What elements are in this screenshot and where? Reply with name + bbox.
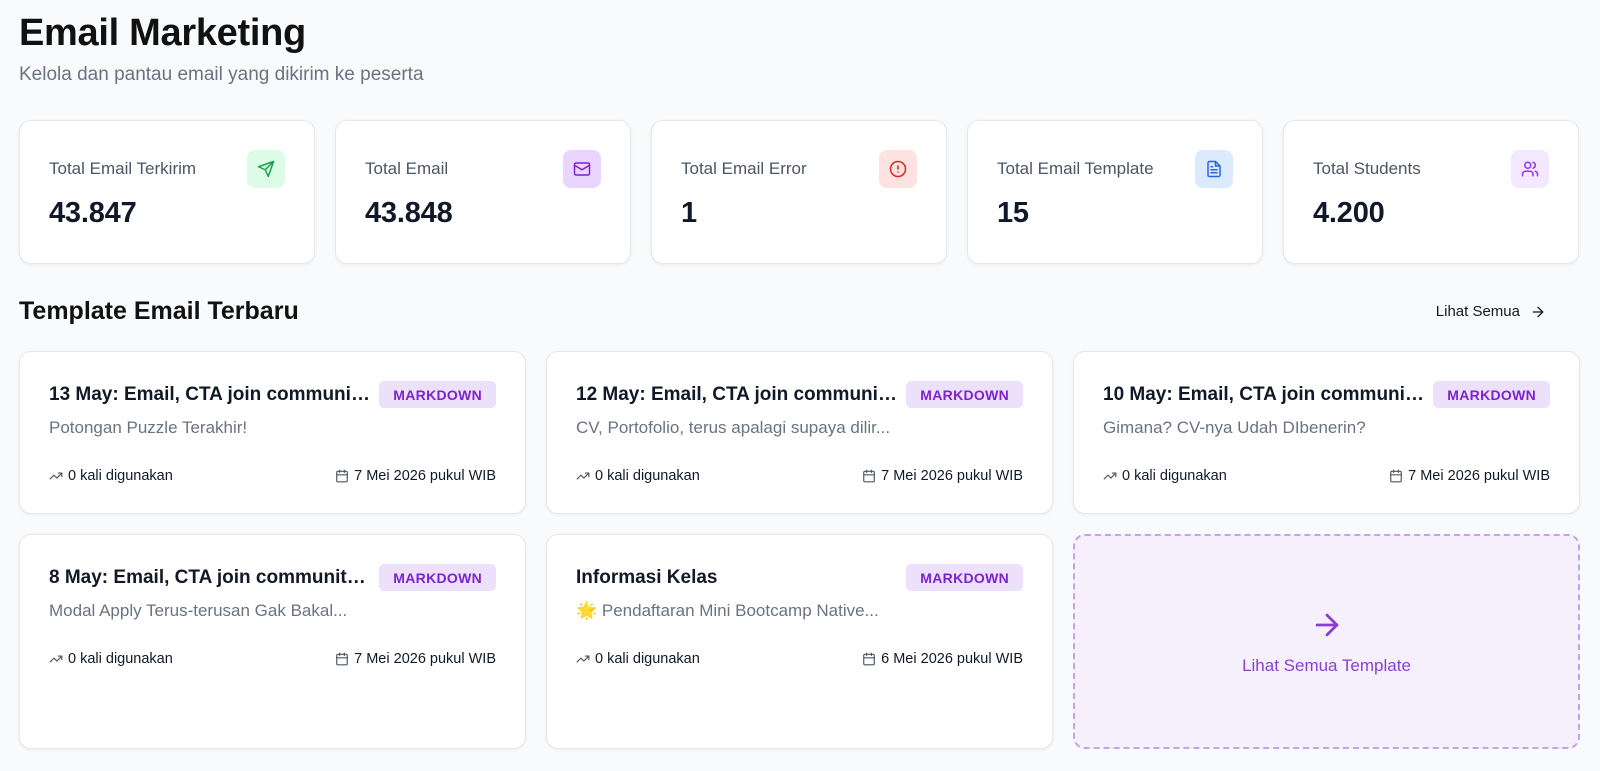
template-title: 13 May: Email, CTA join community...: [49, 384, 371, 405]
view-all-templates-card[interactable]: Lihat Semua Template: [1073, 534, 1580, 749]
template-description: Gimana? CV-nya Udah DIbenerin?: [1103, 418, 1366, 437]
arrow-right-icon: [1532, 306, 1544, 317]
template-date: 7 Mei 2026 pukul WIB: [1389, 468, 1550, 484]
template-type-badge: MARKDOWN: [906, 564, 1023, 591]
stat-value: 4.200: [1313, 197, 1385, 229]
template-card[interactable]: 10 May: Email, CTA join community... MAR…: [1073, 351, 1580, 514]
page-title: Email Marketing: [19, 12, 306, 54]
send-icon: [247, 150, 285, 188]
template-grid: 13 May: Email, CTA join community... MAR…: [19, 351, 1580, 749]
trending-up-icon: [576, 472, 590, 480]
template-footer: 0 kali digunakan 7 Mei 2026 pukul WIB: [576, 468, 1023, 484]
template-footer: 0 kali digunakan 7 Mei 2026 pukul WIB: [49, 651, 496, 667]
stat-card-total-email: Total Email 43.848: [335, 120, 631, 264]
template-footer: 0 kali digunakan 7 Mei 2026 pukul WIB: [49, 468, 496, 484]
stat-value: 43.848: [365, 197, 453, 229]
stat-value: 43.847: [49, 197, 137, 229]
users-icon: [1511, 150, 1549, 188]
email-marketing-page: Email Marketing Kelola dan pantau email …: [0, 0, 1600, 771]
template-date-text: 7 Mei 2026 pukul WIB: [354, 651, 496, 667]
arrow-right-icon: [1315, 613, 1338, 636]
mail-icon: [563, 150, 601, 188]
template-date-text: 7 Mei 2026 pukul WIB: [881, 468, 1023, 484]
trending-up-icon: [49, 472, 63, 480]
template-description: Modal Apply Terus-terusan Gak Bakal...: [49, 601, 348, 620]
template-title: 12 May: Email, CTA join community...: [576, 384, 898, 405]
template-usage-text: 0 kali digunakan: [595, 468, 700, 484]
template-card[interactable]: 8 May: Email, CTA join community ... MAR…: [19, 534, 526, 749]
page-subtitle: Kelola dan pantau email yang dikirim ke …: [19, 64, 424, 85]
view-all-label: Lihat Semua: [1435, 303, 1520, 320]
template-type-badge: MARKDOWN: [379, 381, 496, 408]
template-title: Informasi Kelas: [576, 567, 718, 588]
calendar-icon: [863, 652, 875, 666]
template-date: 7 Mei 2026 pukul WIB: [862, 468, 1023, 484]
template-card[interactable]: 12 May: Email, CTA join community... MAR…: [546, 351, 1053, 514]
template-usage: 0 kali digunakan: [576, 468, 700, 484]
calendar-icon: [1390, 469, 1402, 483]
template-title: 10 May: Email, CTA join community...: [1103, 384, 1425, 405]
template-type-badge: MARKDOWN: [1433, 381, 1550, 408]
template-usage: 0 kali digunakan: [49, 651, 173, 667]
stat-value: 1: [681, 197, 697, 229]
template-date: 7 Mei 2026 pukul WIB: [335, 651, 496, 667]
template-usage-text: 0 kali digunakan: [1122, 468, 1227, 484]
trending-up-icon: [576, 655, 590, 663]
stat-card-total-students: Total Students 4.200: [1283, 120, 1579, 264]
template-usage-text: 0 kali digunakan: [68, 651, 173, 667]
template-footer: 0 kali digunakan 6 Mei 2026 pukul WIB: [576, 651, 1023, 667]
view-all-templates-label: Lihat Semua Template: [1242, 655, 1411, 675]
calendar-icon: [863, 469, 875, 483]
calendar-icon: [336, 469, 348, 483]
template-footer: 0 kali digunakan 7 Mei 2026 pukul WIB: [1103, 468, 1550, 484]
trending-up-icon: [1103, 472, 1117, 480]
file-text-icon: [1195, 150, 1233, 188]
stats-row: Total Email Terkirim 43.847 Total Email …: [19, 120, 1579, 264]
stat-card-total-email-terkirim: Total Email Terkirim 43.847: [19, 120, 315, 264]
view-all-link[interactable]: Lihat Semua: [1436, 303, 1546, 320]
template-usage-text: 0 kali digunakan: [595, 651, 700, 667]
trending-up-icon: [49, 655, 63, 663]
template-usage: 0 kali digunakan: [1103, 468, 1227, 484]
template-type-badge: MARKDOWN: [906, 381, 1023, 408]
template-title: 8 May: Email, CTA join community ...: [49, 567, 371, 588]
stat-card-total-email-template: Total Email Template 15: [967, 120, 1263, 264]
template-description: 🌟 Pendaftaran Mini Bootcamp Native...: [576, 601, 879, 620]
template-usage: 0 kali digunakan: [576, 651, 700, 667]
template-date: 7 Mei 2026 pukul WIB: [335, 468, 496, 484]
template-usage: 0 kali digunakan: [49, 468, 173, 484]
template-description: Potongan Puzzle Terakhir!: [49, 418, 248, 437]
calendar-icon: [336, 652, 348, 666]
template-date-text: 7 Mei 2026 pukul WIB: [1408, 468, 1550, 484]
template-description: CV, Portofolio, terus apalagi supaya dil…: [576, 418, 891, 437]
template-date: 6 Mei 2026 pukul WIB: [862, 651, 1023, 667]
template-card[interactable]: Informasi Kelas MARKDOWN 🌟 Pendaftaran M…: [546, 534, 1053, 749]
template-card[interactable]: 13 May: Email, CTA join community... MAR…: [19, 351, 526, 514]
stat-value: 15: [997, 197, 1029, 229]
template-type-badge: MARKDOWN: [379, 564, 496, 591]
template-date-text: 6 Mei 2026 pukul WIB: [881, 651, 1023, 667]
section-title-template-email-terbaru: Template Email Terbaru: [19, 297, 299, 325]
template-usage-text: 0 kali digunakan: [68, 468, 173, 484]
stat-card-total-email-error: Total Email Error 1: [651, 120, 947, 264]
alert-circle-icon: [879, 150, 917, 188]
template-date-text: 7 Mei 2026 pukul WIB: [354, 468, 496, 484]
